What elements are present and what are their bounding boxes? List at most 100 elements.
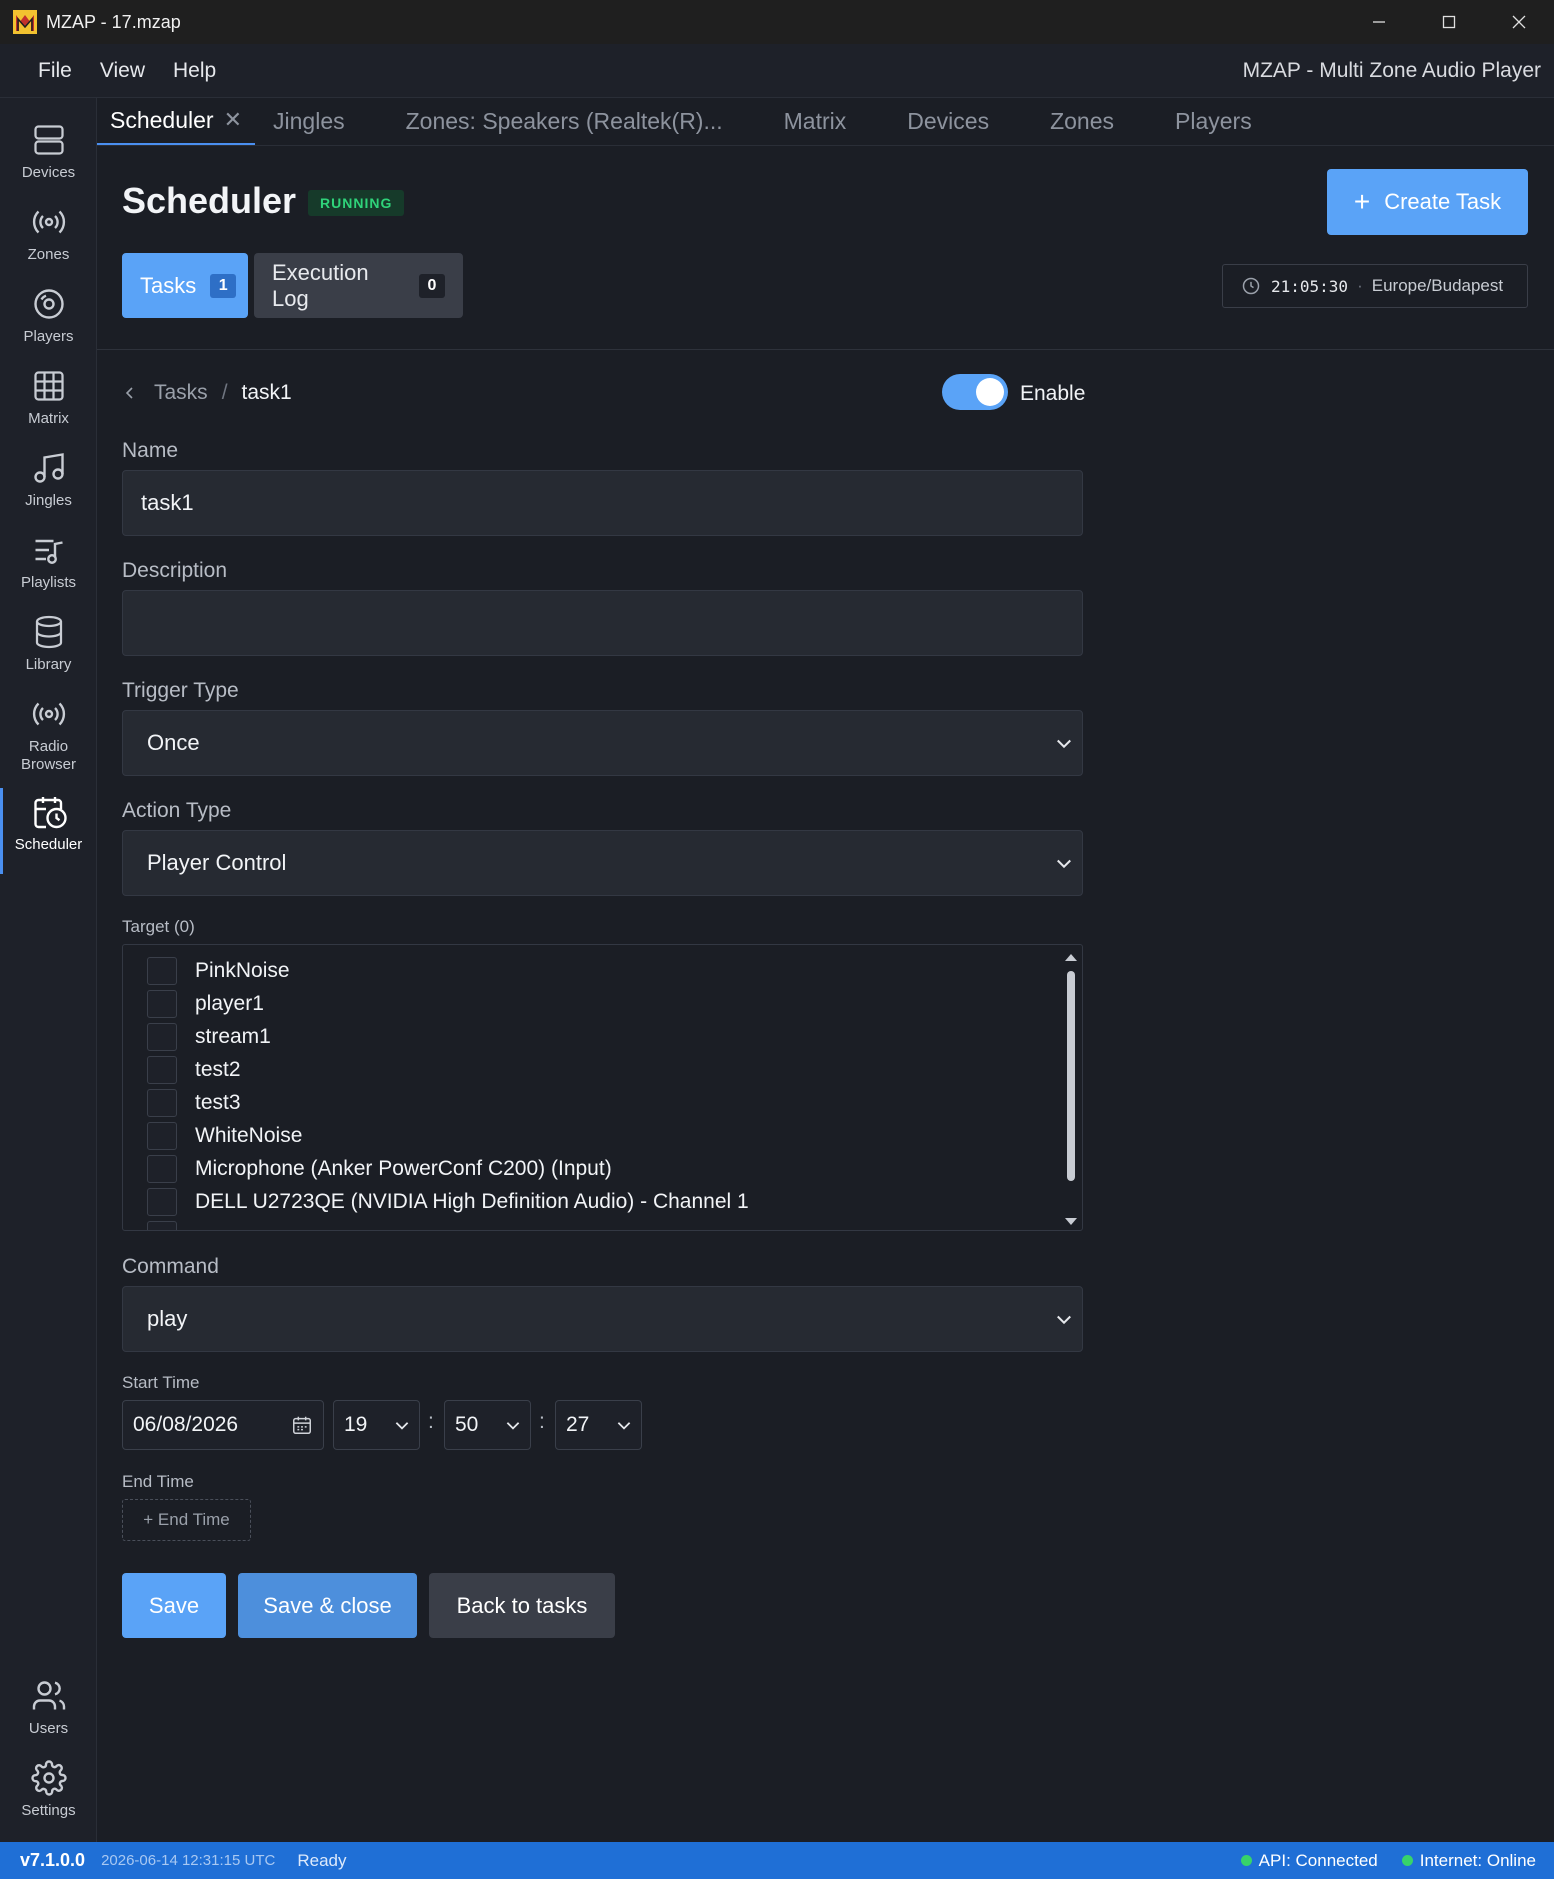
menu-bar: File View Help MZAP - Multi Zone Audio P…	[0, 44, 1554, 98]
subtab-tasks[interactable]: Tasks 1	[122, 253, 248, 318]
subtab-execution-log[interactable]: Execution Log 0	[254, 253, 463, 318]
enable-toggle[interactable]	[942, 374, 1008, 410]
tab-scheduler[interactable]: Scheduler ✕	[97, 97, 256, 145]
status-state: Ready	[297, 1850, 347, 1870]
list-item[interactable]: player1	[147, 990, 264, 1018]
status-bar: v7.1.0.0 2026-06-14 12:31:15 UTC Ready A…	[0, 1842, 1554, 1879]
gear-icon	[30, 1760, 67, 1796]
target-label-text: test2	[195, 1058, 241, 1081]
breadcrumb-tasks-link[interactable]: Tasks	[154, 381, 208, 405]
sidebar-item-label: Settings	[21, 1802, 76, 1819]
list-item[interactable]: test2	[147, 1056, 241, 1084]
calendar-icon[interactable]	[291, 1414, 313, 1436]
scroll-thumb[interactable]	[1067, 971, 1075, 1181]
tab-bar: Scheduler ✕ Jingles Zones: Speakers (Rea…	[97, 98, 1554, 146]
header-divider	[97, 349, 1554, 350]
target-list[interactable]: PinkNoise player1 stream1 test2 test3 Wh…	[122, 944, 1083, 1231]
sidebar-item-settings[interactable]: Settings	[0, 1760, 97, 1840]
chevron-left-icon[interactable]	[122, 385, 138, 401]
target-checkbox[interactable]	[147, 1089, 177, 1117]
add-end-time-button[interactable]: + End Time	[122, 1499, 251, 1541]
tab-close-icon[interactable]: ✕	[224, 107, 242, 133]
clock-display: 21:05:30 · Europe/Budapest	[1222, 264, 1528, 308]
app-logo-icon	[13, 10, 37, 34]
create-task-button[interactable]: + Create Task	[1327, 169, 1528, 235]
target-checkbox[interactable]	[147, 1155, 177, 1183]
version-label: v7.1.0.0	[20, 1850, 86, 1870]
target-checkbox[interactable]	[147, 1188, 177, 1216]
target-checkbox[interactable]	[147, 1056, 177, 1084]
tab-jingles[interactable]: Jingles	[273, 97, 345, 145]
timezone-label: Europe/Budapest	[1371, 276, 1504, 295]
trigger-type-label: Trigger Type	[122, 679, 239, 702]
command-label: Command	[122, 1255, 219, 1278]
save-close-button[interactable]: Save & close	[238, 1573, 417, 1638]
scroll-down-icon[interactable]	[1060, 1214, 1082, 1230]
sidebar-item-matrix[interactable]: Matrix	[0, 368, 97, 448]
menu-file[interactable]: File	[38, 59, 72, 83]
command-select[interactable]: play	[122, 1286, 1083, 1352]
list-item[interactable]: PinkNoise	[147, 957, 290, 985]
trigger-type-select[interactable]: Once	[122, 710, 1083, 776]
target-checkbox[interactable]	[147, 990, 177, 1018]
menu-help[interactable]: Help	[173, 59, 216, 83]
internet-status: Internet: Online	[1419, 1850, 1536, 1870]
start-hour-value: 19	[344, 1413, 368, 1436]
chevron-down-icon	[617, 1422, 631, 1430]
breadcrumb-current: task1	[241, 381, 292, 404]
target-scrollbar[interactable]	[1060, 945, 1082, 1230]
list-item[interactable]: DELL U2723QE (NVIDIA High Definition Aud…	[147, 1188, 749, 1216]
maximize-button[interactable]	[1414, 0, 1484, 44]
back-to-tasks-button[interactable]: Back to tasks	[429, 1573, 615, 1638]
name-label: Name	[122, 439, 179, 462]
sidebar-item-label: Zones	[27, 246, 70, 263]
target-checkbox[interactable]	[147, 1122, 177, 1150]
start-date-input[interactable]: 06/08/2026	[122, 1400, 324, 1450]
tab-matrix[interactable]: Matrix	[784, 97, 847, 145]
close-window-button[interactable]	[1484, 0, 1554, 44]
chevron-down-icon	[1057, 859, 1071, 869]
target-label-text: test3	[195, 1091, 241, 1114]
start-hour-select[interactable]: 19	[333, 1400, 420, 1450]
sidebar-item-library[interactable]: Library	[0, 614, 97, 694]
tab-zones-speakers[interactable]: Zones: Speakers (Realtek(R)...	[406, 97, 723, 145]
tab-devices[interactable]: Devices	[907, 97, 989, 145]
sidebar-item-zones[interactable]: Zones	[0, 204, 97, 284]
tab-zones[interactable]: Zones	[1050, 97, 1114, 145]
minimize-button[interactable]	[1344, 0, 1414, 44]
description-label: Description	[122, 559, 228, 582]
name-input[interactable]: task1	[122, 470, 1083, 536]
target-label-text: stream1	[195, 1025, 271, 1048]
start-second-select[interactable]: 27	[555, 1400, 642, 1450]
target-checkbox[interactable]	[147, 957, 177, 985]
list-item[interactable]: test3	[147, 1089, 241, 1117]
sidebar-item-players[interactable]: Players	[0, 286, 97, 366]
sidebar-item-scheduler[interactable]: Scheduler	[0, 788, 97, 874]
api-status: API: Connected	[1258, 1850, 1378, 1870]
sidebar-item-jingles[interactable]: Jingles	[0, 450, 97, 530]
scroll-up-icon[interactable]	[1060, 949, 1082, 965]
list-item[interactable]: stream1	[147, 1023, 271, 1051]
start-minute-value: 50	[455, 1413, 479, 1436]
action-type-select[interactable]: Player Control	[122, 830, 1083, 896]
sidebar-item-radio-browser[interactable]: Radio Browser	[0, 696, 97, 776]
target-checkbox[interactable]	[147, 1221, 177, 1230]
broadcast-icon	[32, 210, 65, 234]
list-item[interactable]: WhiteNoise	[147, 1122, 302, 1150]
breadcrumb: Tasks / task1	[122, 381, 292, 405]
list-item-partial[interactable]	[147, 1221, 195, 1230]
trigger-type-value: Once	[147, 730, 200, 755]
target-label-text: Microphone (Anker PowerConf C200) (Input…	[195, 1157, 612, 1180]
sidebar-item-playlists[interactable]: Playlists	[0, 532, 97, 612]
description-input[interactable]	[122, 590, 1083, 656]
app-full-title: MZAP - Multi Zone Audio Player	[1242, 58, 1541, 82]
sidebar-item-devices[interactable]: Devices	[0, 122, 97, 202]
start-minute-select[interactable]: 50	[444, 1400, 531, 1450]
list-item[interactable]: Microphone (Anker PowerConf C200) (Input…	[147, 1155, 612, 1183]
save-button[interactable]: Save	[122, 1573, 226, 1638]
tab-players[interactable]: Players	[1175, 97, 1252, 145]
target-checkbox[interactable]	[147, 1023, 177, 1051]
sidebar-item-users[interactable]: Users	[0, 1678, 97, 1758]
sidebar-item-label: Users	[28, 1720, 69, 1737]
menu-view[interactable]: View	[100, 59, 145, 83]
